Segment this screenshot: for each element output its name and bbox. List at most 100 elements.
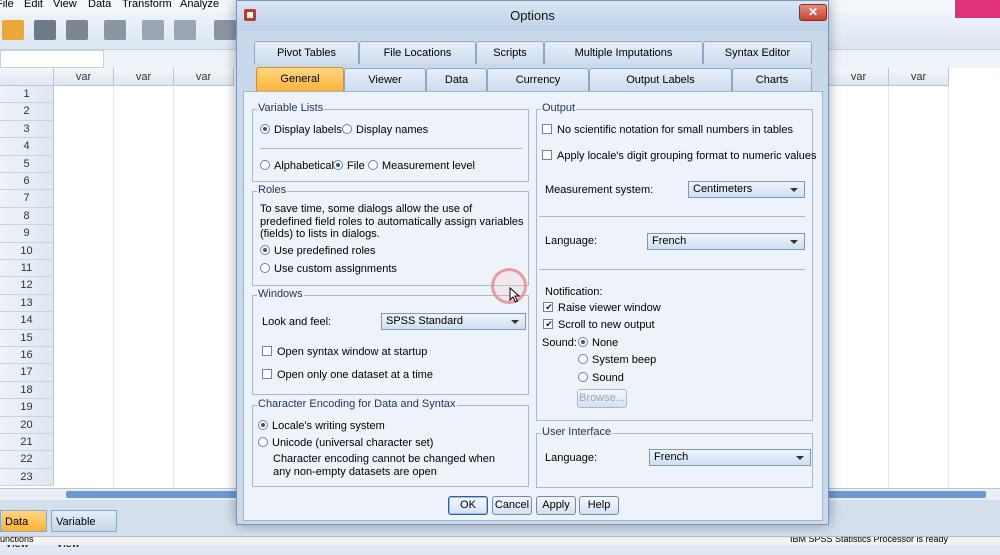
- row-header[interactable]: 6: [0, 173, 54, 191]
- row-header[interactable]: 9: [0, 225, 54, 243]
- undo-icon[interactable]: [142, 20, 164, 40]
- raise-viewer-checkbox[interactable]: Raise viewer window: [543, 302, 661, 314]
- menu-data[interactable]: Data: [88, 0, 111, 10]
- print-icon[interactable]: [66, 20, 88, 40]
- dialog-titlebar[interactable]: Options ✕: [237, 1, 828, 31]
- recall-dialog-icon[interactable]: [104, 20, 126, 40]
- row-header[interactable]: 14: [0, 312, 54, 330]
- sound-none-radio[interactable]: None: [578, 337, 618, 349]
- row-header[interactable]: 22: [0, 451, 54, 469]
- browse-button[interactable]: Browse...: [577, 389, 627, 408]
- measurement-system-label: Measurement system:: [545, 184, 654, 196]
- apply-button[interactable]: Apply: [536, 496, 576, 515]
- menu-view[interactable]: View: [53, 0, 77, 10]
- display-names-radio[interactable]: Display names: [342, 124, 428, 136]
- row-header[interactable]: 13: [0, 294, 54, 313]
- menu-edit[interactable]: Edit: [24, 0, 43, 10]
- menu-file[interactable]: File: [0, 0, 14, 10]
- file-radio[interactable]: File: [333, 160, 365, 172]
- measurement-level-radio[interactable]: Measurement level: [368, 160, 475, 172]
- open-one-dataset-checkbox[interactable]: Open only one dataset at a time: [262, 369, 433, 381]
- save-icon[interactable]: [34, 20, 56, 40]
- tab-currency[interactable]: Currency: [487, 68, 589, 91]
- sound-label: Sound:: [542, 337, 577, 349]
- open-syntax-checkbox[interactable]: Open syntax window at startup: [262, 346, 427, 358]
- goto-case-icon[interactable]: [214, 20, 236, 40]
- row-header[interactable]: 4: [0, 138, 54, 156]
- menu-transform[interactable]: Transform: [122, 0, 172, 10]
- use-predefined-roles-radio[interactable]: Use predefined roles: [260, 245, 376, 257]
- ok-button[interactable]: OK: [448, 496, 488, 515]
- tab-charts[interactable]: Charts: [732, 68, 812, 91]
- sound-system-beep-radio[interactable]: System beep: [578, 354, 656, 366]
- dialog-title: Options: [510, 8, 555, 23]
- cancel-button[interactable]: Cancel: [492, 496, 532, 515]
- scroll-new-output-checkbox[interactable]: Scroll to new output: [543, 319, 655, 331]
- unicode-radio[interactable]: Unicode (universal character set): [258, 437, 433, 449]
- row-header[interactable]: 20: [0, 416, 54, 434]
- tab-scripts[interactable]: Scripts: [476, 41, 544, 64]
- row-header[interactable]: 11: [0, 260, 54, 278]
- row-header[interactable]: 3: [0, 120, 54, 139]
- alphabetical-radio[interactable]: Alphabetical: [260, 160, 334, 172]
- ui-language-select[interactable]: French: [649, 449, 811, 466]
- tab-file-locations[interactable]: File Locations: [359, 41, 476, 64]
- row-header[interactable]: 12: [0, 277, 54, 295]
- display-labels-radio[interactable]: Display labels: [260, 124, 342, 136]
- output-group: Output No scientific notation for small …: [536, 102, 817, 421]
- use-custom-assignments-radio[interactable]: Use custom assignments: [260, 263, 397, 275]
- tab-data[interactable]: Data: [426, 68, 487, 91]
- tab-general[interactable]: General: [256, 67, 344, 92]
- tab-pivot-tables[interactable]: Pivot Tables: [254, 41, 359, 64]
- row-header[interactable]: 7: [0, 190, 54, 208]
- chevron-down-icon: [790, 188, 798, 192]
- tab-variable-view[interactable]: Variable View: [51, 510, 117, 550]
- row-header[interactable]: 15: [0, 329, 54, 347]
- output-language-select[interactable]: French: [647, 233, 805, 250]
- decorative-corner: [955, 0, 1000, 18]
- column-header[interactable]: var: [54, 68, 114, 86]
- column-header[interactable]: var: [829, 68, 889, 86]
- tab-multiple-imputations[interactable]: Multiple Imputations: [544, 41, 703, 64]
- help-button[interactable]: Help: [579, 496, 619, 515]
- column-header[interactable]: var: [174, 68, 234, 86]
- roles-label: Roles: [257, 184, 288, 196]
- no-scientific-notation-checkbox[interactable]: No scientific notation for small numbers…: [542, 124, 793, 136]
- menu-analyze[interactable]: Analyze: [180, 0, 219, 10]
- row-header[interactable]: 2: [0, 103, 54, 121]
- measurement-system-select[interactable]: Centimeters: [688, 181, 805, 198]
- row-header[interactable]: 23: [0, 468, 54, 487]
- tab-output-labels[interactable]: Output Labels: [589, 68, 732, 91]
- row-header[interactable]: 16: [0, 347, 54, 365]
- close-icon: ✕: [807, 5, 819, 19]
- variable-lists-label: Variable Lists: [257, 102, 325, 114]
- notification-label: Notification:: [545, 286, 603, 298]
- look-and-feel-label: Look and feel:: [262, 316, 332, 328]
- status-left: unctions: [0, 536, 34, 544]
- row-header[interactable]: 21: [0, 434, 54, 452]
- open-folder-icon[interactable]: [2, 20, 24, 40]
- column-header[interactable]: var: [889, 68, 949, 86]
- row-header[interactable]: 17: [0, 364, 54, 382]
- column-header[interactable]: var: [114, 68, 174, 86]
- status-bar: unctions IBM SPSS Statistics Processor i…: [0, 536, 1000, 545]
- row-header[interactable]: 8: [0, 207, 54, 226]
- row-header[interactable]: 19: [0, 399, 54, 417]
- redo-icon[interactable]: [174, 20, 196, 40]
- row-header[interactable]: 18: [0, 381, 54, 400]
- look-and-feel-select[interactable]: SPSS Standard: [381, 313, 526, 330]
- user-interface-label: User Interface: [541, 426, 613, 438]
- cell-reference-box[interactable]: [0, 50, 104, 68]
- tab-viewer[interactable]: Viewer: [344, 68, 426, 91]
- sound-file-radio[interactable]: Sound: [578, 372, 624, 384]
- tab-data-view[interactable]: Data View: [0, 510, 47, 550]
- row-header[interactable]: 5: [0, 155, 54, 173]
- row-header[interactable]: 10: [0, 242, 54, 260]
- locale-writing-system-radio[interactable]: Locale's writing system: [258, 420, 385, 432]
- apply-locale-grouping-checkbox[interactable]: Apply locale's digit grouping format to …: [542, 150, 817, 162]
- chevron-down-icon: [511, 320, 519, 324]
- row-header[interactable]: 1: [0, 86, 54, 104]
- close-button[interactable]: ✕: [799, 4, 827, 21]
- tab-syntax-editor[interactable]: Syntax Editor: [703, 41, 812, 64]
- tab-content-panel: Variable Lists Display labels Display na…: [243, 91, 823, 521]
